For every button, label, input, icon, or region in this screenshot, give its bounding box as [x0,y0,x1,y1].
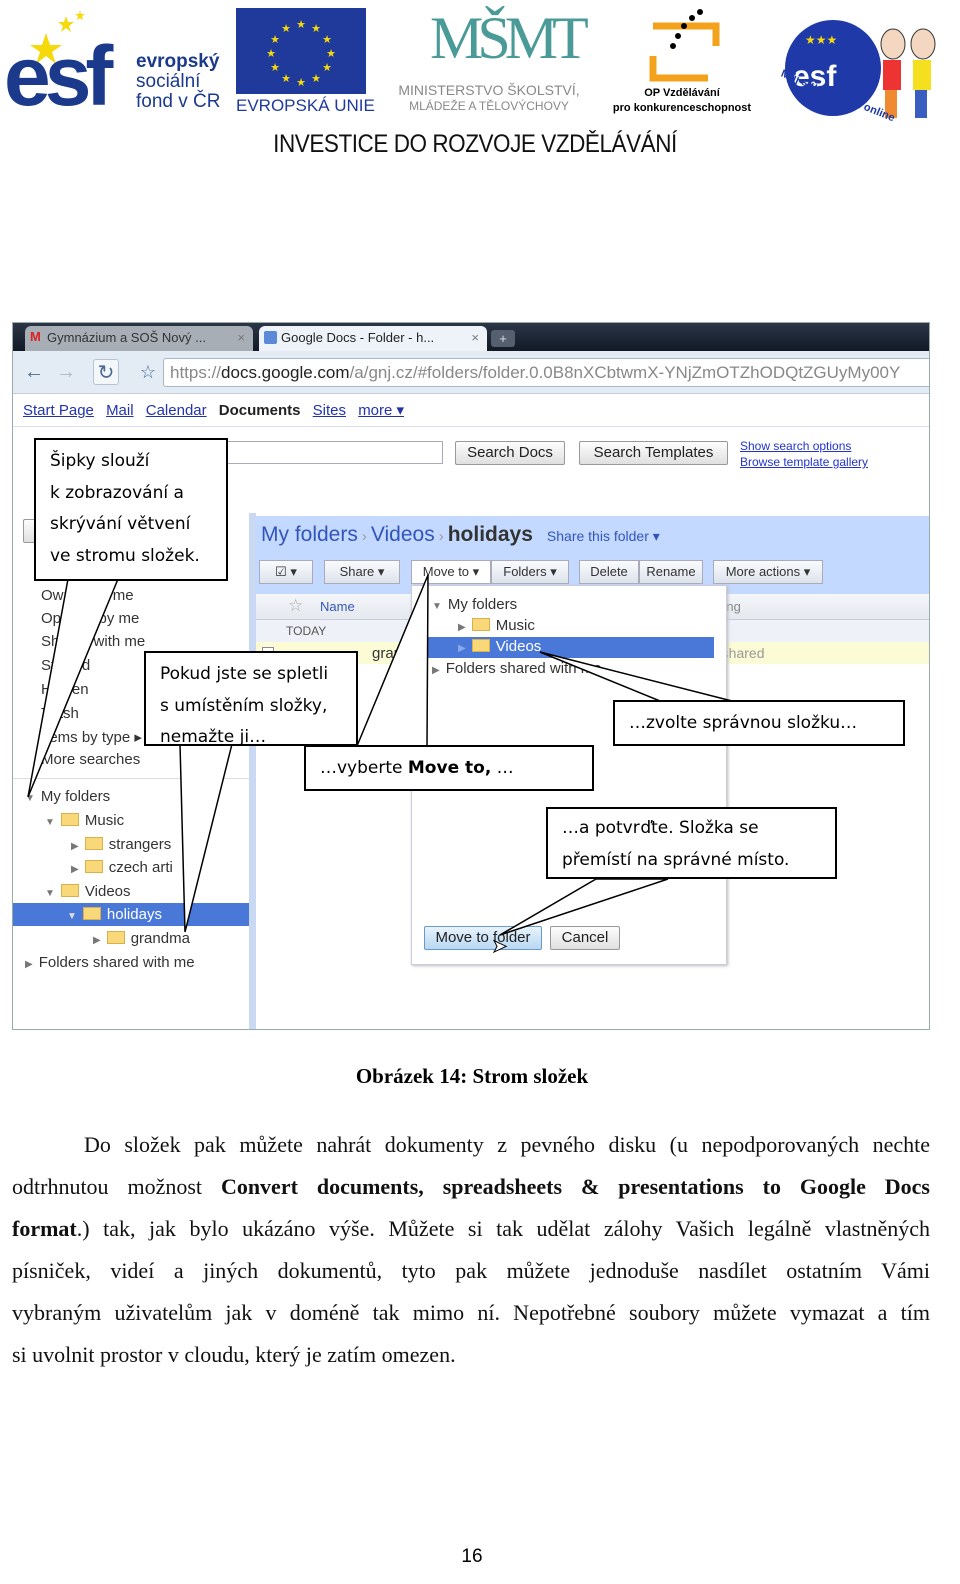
body-paragraph: Do složek pak můžete nahrát dokumenty z … [12,1124,930,1376]
text-run: vybraným uživatelům jak v doméně tak mim… [12,1300,930,1325]
callout-arrows: Šipky slouží k zobrazování a skrývání vě… [34,438,228,581]
callout-text: …vyberte [320,758,408,778]
callout-move-to: …vyberte Move to, … [304,745,594,791]
callout-line: s umístěním složky, [160,695,328,716]
callout-bold-text: Move to, [407,758,492,778]
callout-text: …zvolte správnou složku… [629,713,858,733]
paragraph-line: odtrhnutou možnost Convert documents, sp… [12,1166,930,1208]
figure-caption: Obrázek 14: Strom složek [355,1064,589,1088]
paragraph-line: Do složek pak můžete nahrát dokumenty z … [12,1124,930,1166]
callout-arrows-tail [27,578,120,798]
callout-line: skrývání větvení [50,514,191,534]
callout-choose-tail [539,651,733,702]
callout-line: přemístí na správné místo. [562,849,790,870]
text-run: .) tak, jak bylo ukázáno výše. Můžete si… [76,1216,930,1241]
bold-text: format [12,1216,77,1241]
callout-line: …a potvrďte. Složka se [562,818,759,838]
text-run: písniček, videí a jiných dokumentů, tyto… [12,1258,930,1283]
paragraph-line: si uvolnit prostor v cloudu, který je za… [12,1334,930,1376]
callout-text: … [491,758,514,778]
callout-move-tail [355,574,429,747]
callout-line: Šipky slouží [50,451,150,471]
callout-line: k zobrazování a [50,482,184,503]
page-number: 16 [461,1546,483,1567]
callout-undo-tail [179,743,233,933]
paragraph-line: písniček, videí a jiných dokumentů, tyto… [12,1250,930,1292]
text-run: Do složek pak můžete nahrát dokumenty z … [84,1132,930,1157]
callout-choose-folder: …zvolte správnou složku… [613,700,905,746]
text-run: si uvolnit prostor v cloudu, který je za… [12,1342,456,1367]
callout-undo: Pokud jste se spletli s umístěním složky… [144,651,358,747]
text-run: odtrhnutou možnost [12,1174,221,1199]
bold-text: Convert documents, spreadsheets & presen… [220,1174,930,1199]
callout-line: Pokud jste se spletli [160,664,329,684]
paragraph-line: format.) tak, jak bylo ukázáno výše. Můž… [12,1208,930,1250]
callout-confirm: …a potvrďte. Složka se přemístí na správ… [546,807,837,879]
paragraph-line: vybraným uživatelům jak v doméně tak mim… [12,1292,930,1334]
callout-confirm-tail [499,878,669,936]
callout-line: ve stromu složek. [50,545,200,566]
